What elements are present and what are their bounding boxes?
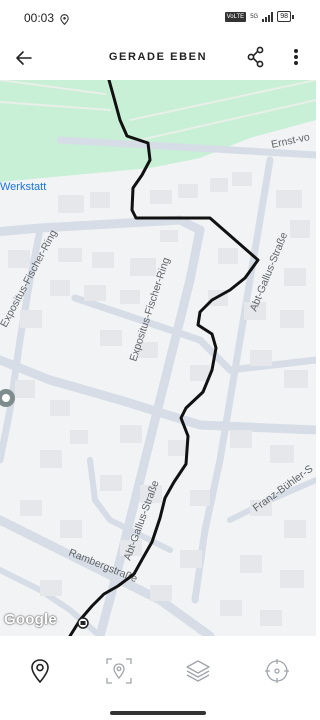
network-type: 5G [250, 13, 259, 20]
focus-location-icon[interactable] [104, 656, 134, 686]
map-canvas: Ernst-vo Abt-Gallus-Straße Expositus-Fis… [0, 80, 316, 636]
location-pin-icon[interactable] [25, 656, 55, 686]
street-label-franz-buhler: Franz-Bühler-S [251, 463, 316, 515]
page-title: GERADE EBEN [108, 51, 208, 63]
app-header: GERADE EBEN [0, 36, 316, 80]
street-label-ernst: Ernst-vo [270, 131, 311, 151]
compass-icon[interactable] [262, 656, 292, 686]
more-options-icon[interactable] [286, 45, 306, 69]
status-bar: 00:03 VoLTE 5G 98 [0, 0, 316, 36]
signal-icon [262, 11, 274, 22]
battery-icon: 98 [277, 11, 294, 22]
battery-level: 98 [277, 11, 291, 22]
track-start-icon [77, 617, 89, 629]
status-time: 00:03 [24, 11, 55, 25]
location-status-icon [60, 12, 69, 30]
poi-label: Werkstatt [0, 181, 47, 193]
map-view[interactable]: Ernst-vo Abt-Gallus-Straße Expositus-Fis… [0, 80, 316, 636]
layers-icon[interactable] [183, 656, 213, 686]
google-attribution: Google [4, 611, 57, 628]
bottom-toolbar [0, 636, 316, 720]
volte-badge: VoLTE [224, 11, 247, 22]
share-icon[interactable] [244, 45, 268, 69]
status-indicators: VoLTE 5G 98 [224, 11, 294, 22]
home-indicator[interactable] [110, 711, 206, 715]
